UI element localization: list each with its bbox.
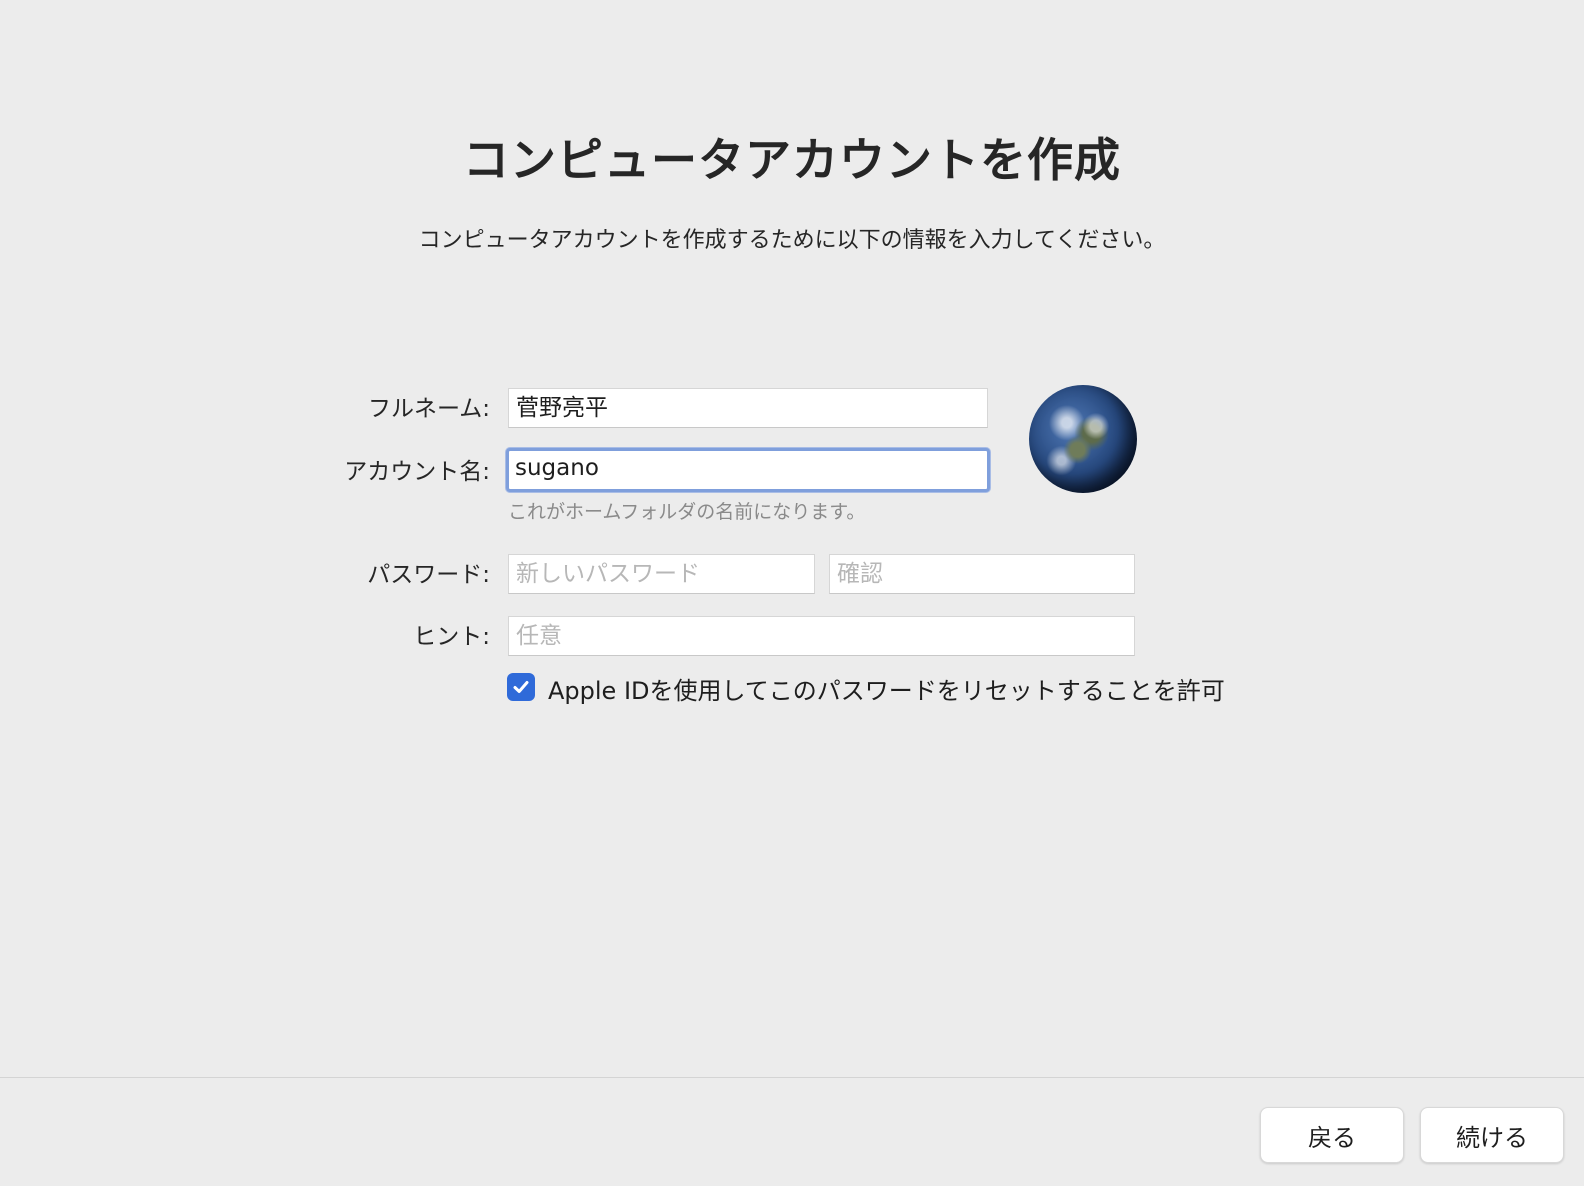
full-name-label: フルネーム: bbox=[367, 396, 490, 422]
checkmark-icon bbox=[513, 681, 529, 693]
account-name-label: アカウント名: bbox=[344, 459, 490, 485]
earth-globe-icon[interactable] bbox=[1029, 385, 1137, 493]
create-account-screen: コンピュータアカウントを作成 コンピュータアカウントを作成するために以下の情報を… bbox=[0, 0, 1584, 1186]
account-name-field[interactable]: sugano bbox=[506, 448, 990, 492]
account-name-hint: これがホームフォルダの名前になります。 bbox=[508, 501, 866, 523]
continue-button[interactable]: 続ける bbox=[1420, 1107, 1564, 1163]
page-title: コンピュータアカウントを作成 bbox=[463, 133, 1121, 187]
full-name-field[interactable]: 菅野亮平 bbox=[508, 388, 988, 428]
hint-field[interactable]: 任意 bbox=[508, 616, 1135, 656]
new-password-field[interactable]: 新しいパスワード bbox=[508, 554, 815, 594]
footer-divider bbox=[0, 1077, 1584, 1078]
password-label: パスワード: bbox=[367, 562, 490, 588]
back-button[interactable]: 戻る bbox=[1260, 1107, 1404, 1163]
hint-label: ヒント: bbox=[413, 624, 490, 650]
confirm-password-field[interactable]: 確認 bbox=[829, 554, 1135, 594]
page-subtitle: コンピュータアカウントを作成するために以下の情報を入力してください。 bbox=[418, 228, 1166, 253]
apple-id-reset-checkbox[interactable] bbox=[507, 673, 535, 701]
apple-id-reset-label[interactable]: Apple IDを使用してこのパスワードをリセットすることを許可 bbox=[548, 671, 1225, 706]
